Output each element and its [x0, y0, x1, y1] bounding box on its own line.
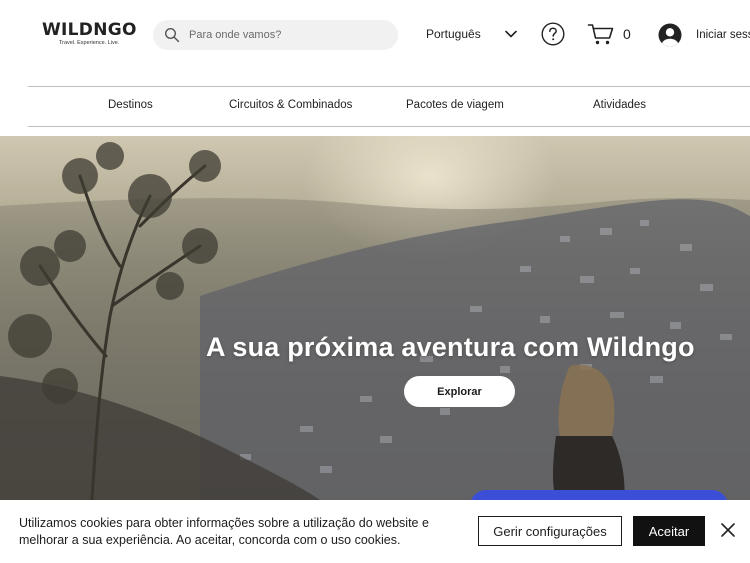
cart-count: 0 [623, 26, 631, 42]
login-label: Iniciar sessão [696, 29, 750, 41]
close-icon[interactable] [719, 521, 737, 539]
search-icon [164, 27, 180, 43]
chevron-down-icon [505, 30, 517, 38]
logo-name: WILDNGO [42, 20, 137, 40]
logo-tagline: Travel. Experience. Live. [59, 40, 120, 46]
chat-widget[interactable] [470, 490, 728, 500]
site-header: WILDNGO Travel. Experience. Live. Portug… [0, 0, 750, 86]
cookie-message: Utilizamos cookies para obter informaçõe… [19, 516, 429, 547]
logo[interactable]: WILDNGO Travel. Experience. Live. [42, 21, 142, 47]
hero-title: A sua próxima aventura com Wildngo [206, 332, 695, 362]
main-nav: Destinos Circuitos & Combinados Pacotes … [28, 86, 750, 127]
accept-button[interactable]: Aceitar [633, 516, 705, 546]
hero-banner: A sua próxima aventura com Wildngo Explo… [0, 136, 750, 500]
nav-item-circuitos[interactable]: Circuitos & Combinados [229, 99, 352, 111]
help-icon[interactable] [541, 22, 565, 46]
search-input[interactable] [189, 20, 389, 50]
manage-settings-button[interactable]: Gerir configurações [478, 516, 622, 546]
language-label: Português [426, 27, 481, 41]
language-selector[interactable]: Português [426, 24, 522, 46]
login-button[interactable]: Iniciar sessão [658, 22, 750, 48]
hero-background-image [0, 142, 750, 500]
explore-button[interactable]: Explorar [404, 376, 515, 407]
cart-icon [587, 24, 614, 45]
nav-item-atividades[interactable]: Atividades [593, 99, 646, 111]
nav-item-pacotes[interactable]: Pacotes de viagem [406, 99, 504, 111]
cookie-banner: Utilizamos cookies para obter informaçõe… [0, 500, 750, 563]
search-bar[interactable] [153, 20, 398, 50]
avatar-icon [658, 23, 682, 47]
cart-button[interactable]: 0 [587, 22, 637, 46]
nav-item-destinos[interactable]: Destinos [108, 99, 153, 111]
